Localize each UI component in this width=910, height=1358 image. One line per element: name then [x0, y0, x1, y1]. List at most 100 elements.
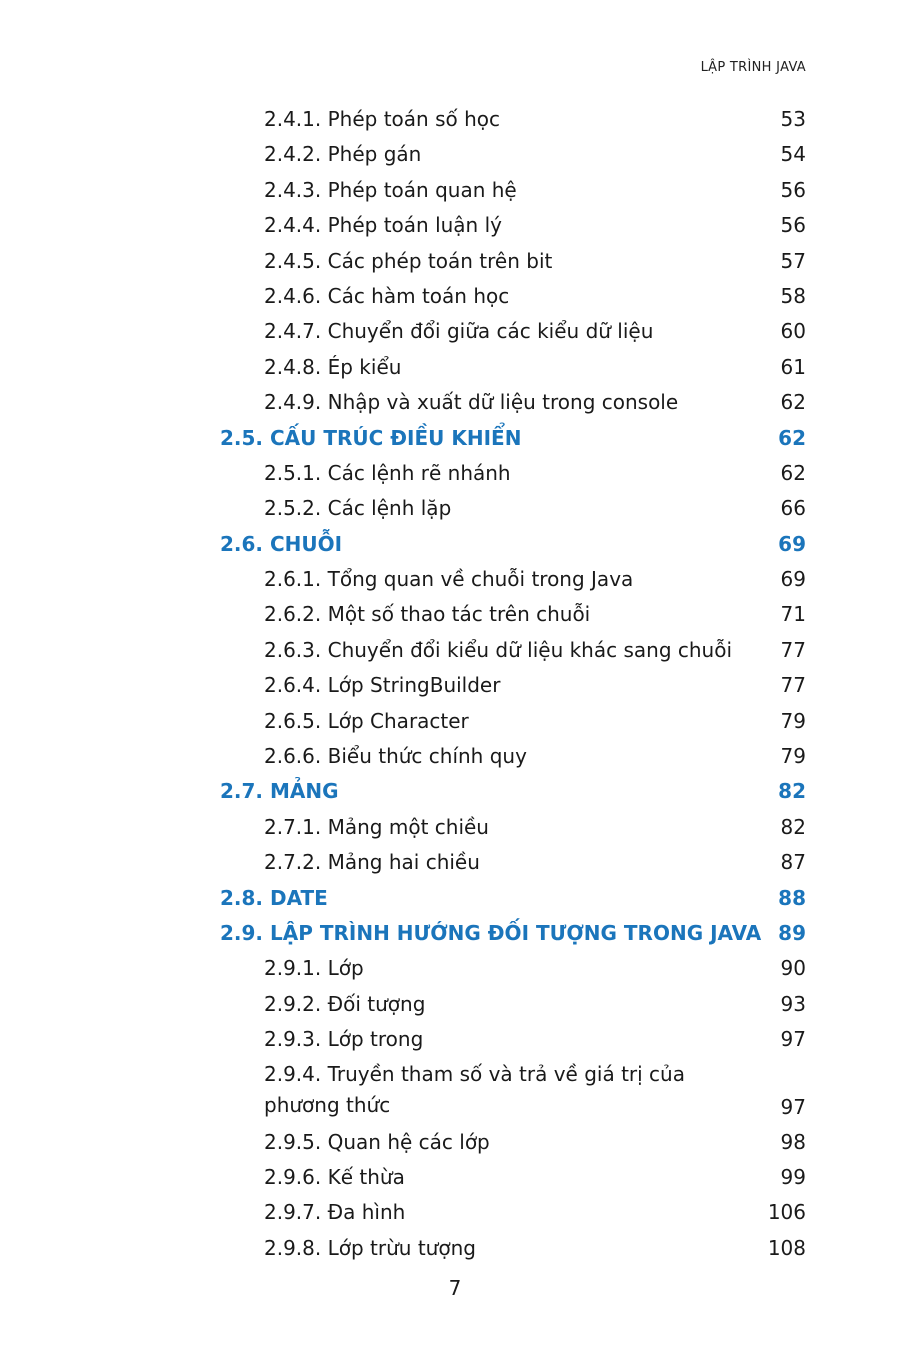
toc-entry-number: 2.7.1.	[264, 814, 322, 839]
toc-entry-number: 2.7.2.	[264, 850, 322, 875]
toc-entry-title: 2.9.8. Lớp trừu tượng	[264, 1235, 476, 1261]
toc-entry-title: 2.4.9. Nhập và xuất dữ liệu trong consol…	[264, 389, 678, 415]
toc-entry-text: Phép toán quan hệ	[327, 177, 517, 202]
toc-entry-title: 2.9.1. Lớp	[264, 955, 364, 981]
toc-entry-title: 2.9.2. Đối tượng	[264, 991, 425, 1017]
toc-entry-title: 2.5.1. Các lệnh rẽ nhánh	[264, 460, 511, 486]
toc-entry-number: 2.6.2.	[264, 602, 322, 627]
toc-section-page: 62	[778, 425, 806, 450]
toc-entry[interactable]: 2.5.2. Các lệnh lặp 66	[0, 491, 910, 526]
toc-section-text: LẬP TRÌNH HƯỚNG ĐỐI TƯỢNG TRONG JAVA	[270, 920, 762, 945]
toc-section-text: CẤU TRÚC ĐIỀU KHIỂN	[270, 425, 522, 450]
toc-entry[interactable]: 2.9.2. Đối tượng 93	[0, 987, 910, 1022]
toc-entry-page: 90	[780, 956, 806, 981]
toc-entry-text: Các lệnh lặp	[327, 496, 452, 521]
toc-entry-title: 2.6.4. Lớp StringBuilder	[264, 672, 500, 698]
toc-entry-page: 108	[767, 1235, 806, 1260]
toc-section-entry[interactable]: 2.7. MẢNG 82	[0, 774, 910, 809]
toc-entry-title: 2.9.3. Lớp trong	[264, 1026, 423, 1052]
toc-entry-text: Lớp trừu tượng	[327, 1235, 476, 1260]
toc-entry-number: 2.4.9.	[264, 390, 322, 415]
toc-entry-title: 2.7.2. Mảng hai chiều	[264, 849, 480, 875]
toc-entry-page: 58	[780, 283, 806, 308]
toc-section-title: 2.5. CẤU TRÚC ĐIỀU KHIỂN	[220, 425, 521, 451]
toc-entry-page: 62	[780, 460, 806, 485]
toc-entry-page: 57	[780, 248, 806, 273]
toc-entry-number: 2.9.7.	[264, 1200, 322, 1225]
toc-entry-text: Mảng hai chiều	[327, 850, 480, 875]
toc-entry[interactable]: 2.4.4. Phép toán luận lý 56	[0, 208, 910, 243]
toc-entry[interactable]: 2.9.1. Lớp 90	[0, 951, 910, 986]
toc-entry-number: 2.6.1.	[264, 567, 322, 592]
toc-entry-title: 2.6.6. Biểu thức chính quy	[264, 743, 527, 769]
toc-entry-number: 2.9.8.	[264, 1235, 322, 1260]
toc-entry-page: 66	[780, 496, 806, 521]
toc-entry-text: Các lệnh rẽ nhánh	[327, 460, 511, 485]
toc-entry[interactable]: 2.6.2. Một số thao tác trên chuỗi 71	[0, 597, 910, 632]
toc-entry[interactable]: 2.9.6. Kế thừa 99	[0, 1160, 910, 1195]
toc-entry-text: Truyền tham số và trả về giá trị của	[327, 1061, 685, 1086]
toc-entry-number: 2.4.2.	[264, 142, 322, 167]
toc-entry-text: Phép gán	[327, 142, 422, 167]
toc-entry-title: 2.9.6. Kế thừa	[264, 1164, 405, 1190]
toc-entry-number: 2.4.3.	[264, 177, 322, 202]
toc-section-number: 2.9.	[220, 920, 264, 945]
toc-entry-number: 2.9.2.	[264, 991, 322, 1016]
toc-section-entry[interactable]: 2.6. CHUỖI 69	[0, 527, 910, 562]
toc-entry-page: 79	[780, 708, 806, 733]
toc-entry-title: 2.6.3. Chuyển đổi kiểu dữ liệu khác sang…	[264, 637, 732, 663]
toc-entry-page: 98	[780, 1129, 806, 1154]
toc-entry-title: 2.4.7. Chuyển đổi giữa các kiểu dữ liệu	[264, 318, 653, 344]
toc-section-number: 2.7.	[220, 779, 264, 804]
toc-entry-text: Lớp StringBuilder	[327, 673, 501, 698]
toc-entry[interactable]: 2.5.1. Các lệnh rẽ nhánh 62	[0, 456, 910, 491]
toc-entry-number: 2.6.5.	[264, 708, 322, 733]
toc-entry[interactable]: 2.7.1. Mảng một chiều 82	[0, 810, 910, 845]
toc-entry-title: 2.5.2. Các lệnh lặp	[264, 495, 451, 521]
toc-entry-text: Quan hệ các lớp	[327, 1129, 490, 1154]
toc-entry-text: Đa hình	[327, 1200, 406, 1225]
toc-entry[interactable]: 2.4.6. Các hàm toán học 58	[0, 279, 910, 314]
toc-entry-title: 2.4.5. Các phép toán trên bit	[264, 248, 552, 274]
toc-entry[interactable]: 2.4.1. Phép toán số học 53	[0, 102, 910, 137]
toc-entry[interactable]: 2.6.4. Lớp StringBuilder 77	[0, 668, 910, 703]
toc-entry[interactable]: 2.6.1. Tổng quan về chuỗi trong Java 69	[0, 562, 910, 597]
toc-entry[interactable]: 2.4.5. Các phép toán trên bit 57	[0, 244, 910, 279]
toc-entry[interactable]: 2.6.6. Biểu thức chính quy 79	[0, 739, 910, 774]
toc-entry-title: 2.4.6. Các hàm toán học	[264, 283, 509, 309]
toc-entry[interactable]: 2.9.5. Quan hệ các lớp 98	[0, 1125, 910, 1160]
toc-entry-title: 2.4.8. Ép kiểu	[264, 354, 401, 380]
toc-entry[interactable]: 2.4.8. Ép kiểu 61	[0, 350, 910, 385]
toc-entry[interactable]: 2.9.3. Lớp trong 97	[0, 1022, 910, 1057]
toc-section-title: 2.8. DATE	[220, 885, 328, 911]
toc-entry[interactable]: 2.9.7. Đa hình 106	[0, 1195, 910, 1230]
toc-entry[interactable]: 2.6.5. Lớp Character 79	[0, 704, 910, 739]
toc-section-number: 2.6.	[220, 531, 264, 556]
toc-entry[interactable]: 2.4.9. Nhập và xuất dữ liệu trong consol…	[0, 385, 910, 420]
toc-entry[interactable]: 2.9.8. Lớp trừu tượng 108	[0, 1231, 910, 1266]
toc-entry[interactable]: 2.6.3. Chuyển đổi kiểu dữ liệu khác sang…	[0, 633, 910, 668]
running-header: LẬP TRÌNH JAVA	[700, 60, 806, 75]
toc-entry[interactable]: 2.4.2. Phép gán 54	[0, 137, 910, 172]
toc-entry-number: 2.9.3.	[264, 1027, 322, 1052]
toc-section-entry[interactable]: 2.9. LẬP TRÌNH HƯỚNG ĐỐI TƯỢNG TRONG JAV…	[0, 916, 910, 951]
toc-entry-page: 79	[780, 744, 806, 769]
page-number: 7	[448, 1276, 462, 1300]
toc-entry[interactable]: 2.4.3. Phép toán quan hệ 56	[0, 173, 910, 208]
toc-entry-number: 2.4.7.	[264, 319, 322, 344]
toc-entry-page: 61	[780, 354, 806, 379]
toc-entry-text: Biểu thức chính quy	[327, 744, 527, 769]
toc-entry[interactable]: 2.9.4. Truyền tham số và trả về giá trị …	[0, 1058, 910, 1125]
toc-section-entry[interactable]: 2.8. DATE 88	[0, 881, 910, 916]
toc-entry-page: 71	[780, 602, 806, 627]
toc-entry-title: 2.4.1. Phép toán số học	[264, 106, 500, 132]
toc-entry[interactable]: 2.4.7. Chuyển đổi giữa các kiểu dữ liệu …	[0, 314, 910, 349]
toc-entry-page: 99	[780, 1164, 806, 1189]
toc-entry-page: 106	[767, 1200, 806, 1225]
table-of-contents: 2.4.1. Phép toán số học 53 2.4.2. Phép g…	[0, 102, 910, 1266]
toc-entry-title: 2.9.7. Đa hình	[264, 1199, 405, 1225]
toc-entry-page: 77	[780, 673, 806, 698]
toc-section-entry[interactable]: 2.5. CẤU TRÚC ĐIỀU KHIỂN 62	[0, 421, 910, 456]
toc-entry[interactable]: 2.7.2. Mảng hai chiều 87	[0, 845, 910, 880]
toc-entry-title: 2.4.3. Phép toán quan hệ	[264, 177, 517, 203]
